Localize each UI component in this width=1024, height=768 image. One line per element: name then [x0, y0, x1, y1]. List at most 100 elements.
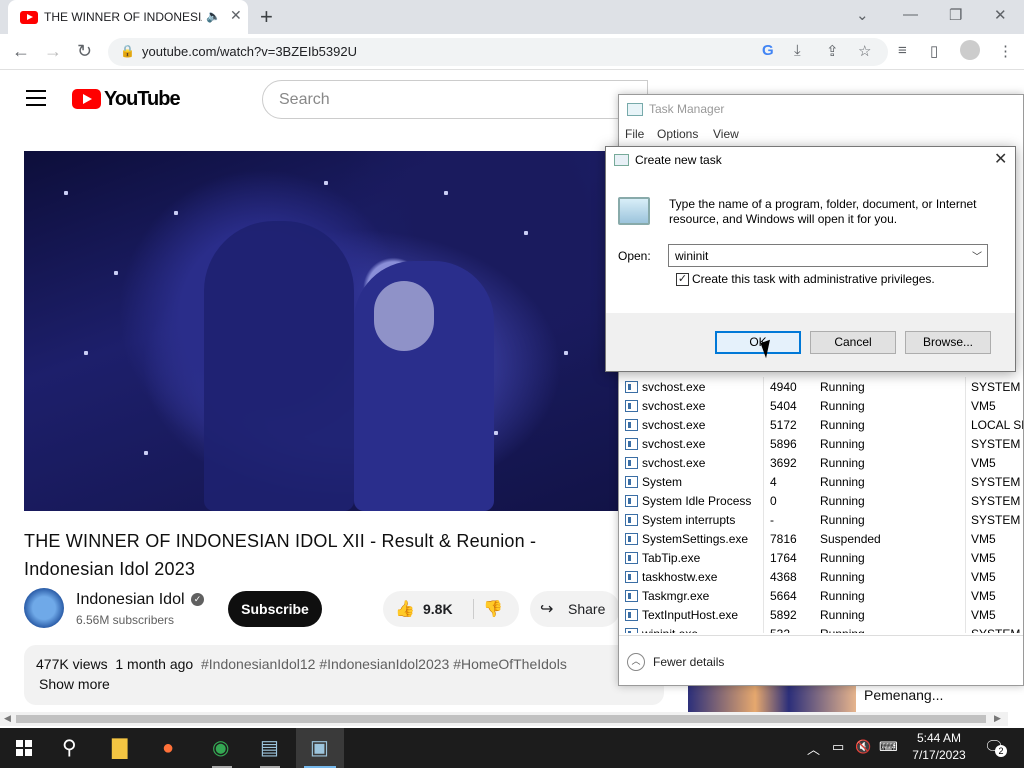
side-panel-icon[interactable]: ▯ [930, 42, 938, 60]
menu-kebab-icon[interactable]: ⋮ [998, 42, 1013, 60]
dialog-close-button[interactable]: ✕ [994, 149, 1007, 169]
browse-button[interactable]: Browse... [905, 331, 991, 354]
confetti [524, 231, 528, 235]
search-placeholder: Search [279, 91, 330, 108]
admin-privileges-label[interactable]: Create this task with administrative pri… [692, 272, 935, 286]
run-dialog-taskbar-button[interactable]: ▣ [296, 728, 344, 768]
file-explorer-button[interactable]: ▇ [98, 728, 146, 768]
menu-file[interactable]: File [625, 127, 644, 141]
bookmark-star-icon[interactable]: ☆ [858, 42, 871, 60]
close-window-button[interactable]: ✕ [994, 6, 1007, 24]
search-button[interactable]: ⚲ [48, 728, 96, 768]
clock-time: 5:44 AM [916, 731, 962, 745]
tray-overflow-icon[interactable]: ︿ [807, 739, 820, 758]
collapse-chevron-icon[interactable]: ︿ [627, 653, 645, 671]
tab-search-icon[interactable]: ⌄ [856, 6, 869, 24]
forward-icon[interactable]: → [44, 41, 62, 62]
tab-close-icon[interactable]: ✕ [230, 7, 242, 24]
lock-icon[interactable]: 🔒 [120, 44, 135, 58]
google-icon[interactable]: G [762, 42, 774, 59]
browser-tab[interactable]: THE WINNER OF INDONESIA 🔈 ✕ [8, 0, 248, 34]
chrome-button[interactable]: ◉ [198, 728, 246, 768]
process-user: SYSTEM [971, 437, 1021, 451]
confetti [144, 451, 148, 455]
open-input-value[interactable]: wininit [675, 249, 708, 263]
notifications-button[interactable]: 🗨 2 [984, 737, 1008, 759]
process-row[interactable]: TabTip.exe 1764 Running VM5 [619, 549, 1023, 568]
process-icon [625, 533, 638, 545]
subscribe-button[interactable]: Subscribe [228, 591, 322, 627]
admin-privileges-checkbox[interactable]: ✓ [676, 273, 689, 286]
url-text[interactable]: youtube.com/watch?v=3BZEIb5392U [142, 44, 357, 59]
tab-title: THE WINNER OF INDONESIA [44, 10, 202, 24]
video-player[interactable] [24, 151, 620, 511]
install-icon[interactable]: ⤓ [794, 42, 801, 59]
clock-date: 7/17/2023 [912, 748, 966, 762]
process-row[interactable]: System interrupts - Running SYSTEM [619, 511, 1023, 530]
minimize-button[interactable]: — [903, 6, 918, 23]
media-control-icon[interactable]: ≡ [898, 42, 907, 59]
task-manager-taskbar-button[interactable]: ▤ [246, 728, 294, 768]
process-icon [625, 381, 638, 393]
youtube-search-input[interactable]: Search [262, 80, 648, 119]
channel-name[interactable]: Indonesian Idol [76, 591, 185, 609]
start-button[interactable] [0, 728, 48, 768]
show-more-link[interactable]: Show more [39, 676, 110, 692]
process-name: System interrupts [642, 513, 736, 527]
related-video-title[interactable]: Pemenang... [864, 687, 943, 703]
process-row[interactable]: svchost.exe 5896 Running SYSTEM [619, 435, 1023, 454]
process-row[interactable]: TextInputHost.exe 5892 Running VM5 [619, 606, 1023, 625]
description-box[interactable]: 477K views 1 month ago #IndonesianIdol12… [24, 645, 664, 705]
process-row[interactable]: wininit.exe 532 Running SYSTEM [619, 625, 1023, 633]
process-row[interactable]: taskhostw.exe 4368 Running VM5 [619, 568, 1023, 587]
search-icon: ⚲ [62, 737, 77, 759]
firefox-button[interactable]: ● [148, 728, 196, 768]
process-pid: 5892 [770, 608, 797, 622]
restore-button[interactable]: ❐ [949, 6, 962, 24]
dislike-button[interactable]: 👎 [483, 599, 503, 619]
confetti [564, 351, 568, 355]
process-icon [625, 400, 638, 412]
menu-options[interactable]: Options [657, 127, 698, 141]
related-video-thumbnail[interactable] [688, 684, 856, 712]
process-row[interactable]: svchost.exe 5404 Running VM5 [619, 397, 1023, 416]
ok-button[interactable]: OK [715, 331, 801, 354]
chevron-down-icon[interactable]: ﹀ [972, 248, 982, 263]
hamburger-menu-icon[interactable] [26, 90, 46, 111]
like-button[interactable]: 👍 [395, 599, 415, 619]
like-count[interactable]: 9.8K [423, 601, 453, 617]
scroll-left-icon[interactable]: ◀ [4, 713, 11, 724]
process-row[interactable]: SystemSettings.exe 7816 Suspended VM5 [619, 530, 1023, 549]
video-figure [374, 281, 434, 351]
process-row[interactable]: svchost.exe 3692 Running VM5 [619, 454, 1023, 473]
hashtags[interactable]: #IndonesianIdol12 #IndonesianIdol2023 #H… [201, 656, 567, 672]
volume-muted-icon[interactable]: 🔇 [855, 739, 871, 755]
process-row[interactable]: svchost.exe 5172 Running LOCAL SE [619, 416, 1023, 435]
share-button[interactable]: ↪ Share [530, 591, 620, 627]
scrollbar-thumb[interactable] [16, 715, 986, 723]
menu-view[interactable]: View [713, 127, 739, 141]
back-icon[interactable]: ← [12, 41, 30, 62]
scroll-right-icon[interactable]: ▶ [994, 713, 1001, 724]
new-tab-button[interactable]: + [260, 4, 273, 30]
profile-avatar-icon[interactable] [960, 40, 980, 60]
speaker-icon[interactable]: 🔈 [206, 9, 221, 23]
process-name: System [642, 475, 683, 489]
open-combobox[interactable]: wininit ﹀ [668, 244, 988, 267]
process-row[interactable]: System Idle Process 0 Running SYSTEM [619, 492, 1023, 511]
horizontal-scrollbar[interactable]: ◀ ▶ [0, 712, 1008, 726]
reload-icon[interactable]: ↻ [77, 41, 92, 62]
cancel-button[interactable]: Cancel [810, 331, 896, 354]
confetti [84, 351, 88, 355]
keyboard-icon[interactable]: ⌨ [879, 739, 898, 755]
process-row[interactable]: System 4 Running SYSTEM [619, 473, 1023, 492]
channel-avatar[interactable] [24, 588, 64, 628]
process-name: TextInputHost.exe [642, 608, 739, 622]
share-page-icon[interactable]: ⇪ [826, 42, 839, 60]
network-icon[interactable]: ▭ [832, 739, 844, 755]
process-row[interactable]: Taskmgr.exe 5664 Running VM5 [619, 587, 1023, 606]
fewer-details-link[interactable]: Fewer details [653, 655, 724, 669]
taskbar-clock[interactable]: 5:44 AM 7/17/2023 [904, 730, 974, 764]
process-list[interactable]: svchost.exe 4940 Running SYSTEM svchost.exe 5… [619, 377, 1023, 633]
process-row[interactable]: svchost.exe 4940 Running SYSTEM [619, 378, 1023, 397]
